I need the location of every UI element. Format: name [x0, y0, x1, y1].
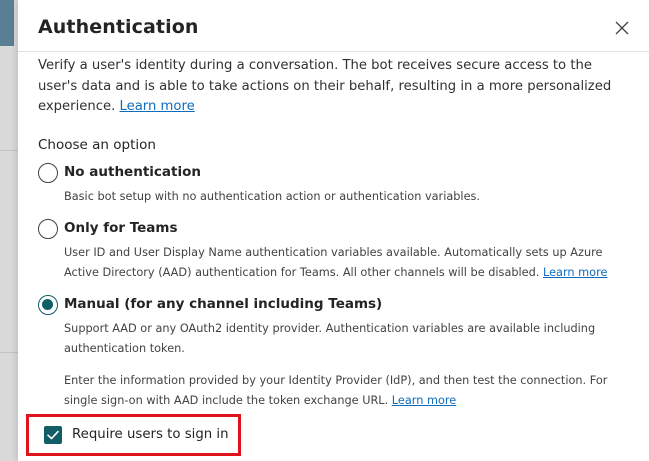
option-description-text: Support AAD or any OAuth2 identity provi…: [64, 322, 596, 355]
background-divider: [0, 150, 18, 151]
radio-no-authentication[interactable]: [38, 163, 58, 183]
background-page: [0, 0, 18, 461]
background-divider: [0, 352, 18, 353]
require-signin-checkbox[interactable]: [44, 426, 62, 444]
manual-learn-more-link[interactable]: Learn more: [392, 394, 456, 407]
option-description: User ID and User Display Name authentica…: [64, 243, 609, 283]
panel-description: Verify a user's identity during a conver…: [38, 56, 628, 118]
manual-info-text: Enter the information provided by your I…: [64, 374, 608, 407]
close-button[interactable]: [614, 20, 630, 36]
option-description: Basic bot setup with no authentication a…: [64, 187, 609, 207]
header-divider: [18, 51, 649, 52]
choose-option-heading: Choose an option: [38, 137, 156, 153]
background-header-accent: [0, 0, 14, 46]
option-label: Manual (for any channel including Teams): [64, 296, 383, 312]
option-description-text: User ID and User Display Name authentica…: [64, 246, 603, 279]
panel-title: Authentication: [38, 16, 199, 38]
radio-manual[interactable]: [38, 295, 58, 315]
teams-learn-more-link[interactable]: Learn more: [543, 266, 607, 279]
authentication-panel: Authentication Verify a user's identity …: [18, 0, 649, 461]
option-label: No authentication: [64, 164, 201, 180]
require-signin-label[interactable]: Require users to sign in: [72, 427, 229, 442]
close-icon: [615, 21, 629, 35]
radio-selected-dot: [42, 299, 53, 310]
checkmark-icon: [47, 430, 59, 440]
option-label: Only for Teams: [64, 220, 178, 236]
option-description-text: Basic bot setup with no authentication a…: [64, 190, 480, 203]
radio-only-for-teams[interactable]: [38, 219, 58, 239]
manual-info: Enter the information provided by your I…: [64, 371, 624, 411]
learn-more-link[interactable]: Learn more: [120, 99, 195, 114]
option-description: Support AAD or any OAuth2 identity provi…: [64, 319, 609, 359]
